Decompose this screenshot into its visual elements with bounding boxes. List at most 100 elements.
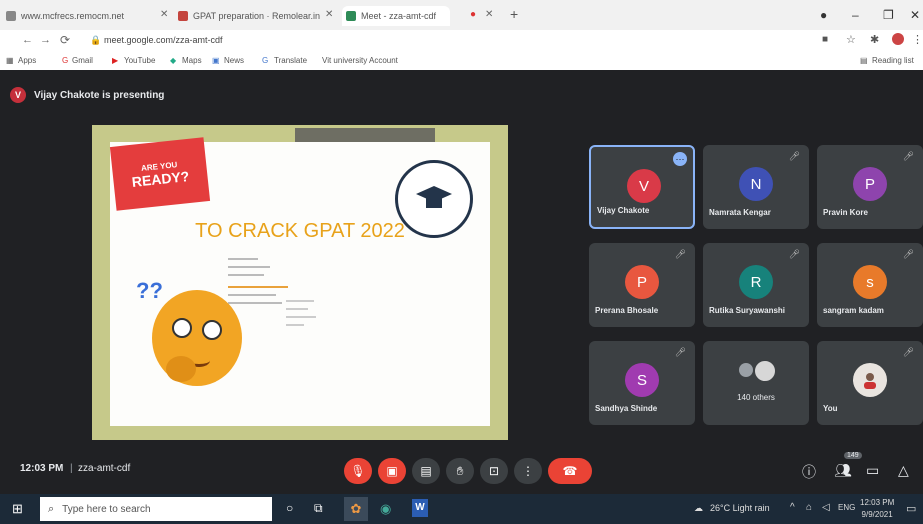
- leave-call-button[interactable]: ☎︎: [548, 458, 592, 484]
- word-icon[interactable]: W: [412, 499, 428, 517]
- url-field[interactable]: meet.google.com/zza-amt-cdf: [104, 35, 223, 45]
- minimize-icon[interactable]: –: [852, 8, 859, 22]
- people-icon[interactable]: 👥︎: [834, 462, 852, 479]
- close-tab-icon[interactable]: ✕: [160, 9, 168, 20]
- bookmark-vit[interactable]: Vit university Account: [322, 56, 398, 65]
- divider: |: [70, 463, 73, 474]
- self-avatar-photo: [853, 363, 887, 397]
- more-options-button[interactable]: ⋮: [514, 458, 542, 484]
- hang-up-icon: ☎︎: [562, 464, 578, 478]
- youtube-icon: ▶: [112, 56, 119, 65]
- gmail-icon: G: [62, 56, 69, 65]
- participant-tile-vijay[interactable]: ⋯ V Vijay Chakote: [589, 145, 695, 229]
- participant-tile-you[interactable]: 🎤︎ You: [817, 341, 923, 425]
- close-tab-icon[interactable]: ✕: [325, 9, 333, 20]
- camera-icon[interactable]: ■: [822, 34, 828, 45]
- bookmark-translate[interactable]: Translate: [274, 56, 307, 65]
- network-icon[interactable]: ⌂: [806, 502, 812, 513]
- tray-chevron-icon[interactable]: ^: [790, 502, 795, 513]
- weather-icon: ☁: [694, 503, 703, 513]
- bookmark-youtube[interactable]: YouTube: [124, 56, 155, 65]
- bookmark-apps[interactable]: Apps: [18, 56, 36, 65]
- mic-off-icon: 🎤︎: [674, 347, 686, 357]
- browser-tab-1[interactable]: www.mcfrecs.remocm.net: [6, 6, 156, 26]
- browser-tab-active[interactable]: Meet - zza-amt-cdf: [342, 6, 450, 26]
- hand-icon: ✋︎: [456, 463, 464, 478]
- activities-icon[interactable]: △: [898, 462, 909, 479]
- mic-toggle-button[interactable]: 🎙︎: [344, 458, 372, 484]
- windows-taskbar: ⊞ ⌕ Type here to search ○ ⧉ ✿ ◉ W ☁ 26°C…: [0, 494, 923, 524]
- more-options-icon[interactable]: ⋯: [673, 152, 687, 166]
- taskbar-search[interactable]: ⌕ Type here to search: [40, 497, 272, 521]
- captions-button[interactable]: ▤: [412, 458, 440, 484]
- participant-name: Vijay Chakote: [597, 206, 650, 215]
- menu-icon[interactable]: ⋮: [912, 33, 923, 46]
- participant-name: Namrata Kengar: [709, 208, 771, 217]
- close-window-icon[interactable]: ✕: [910, 8, 920, 22]
- info-icon[interactable]: ⓘ: [802, 462, 816, 482]
- presentation-slide: ARE YOU READY? TO CRACK GPAT 2022 ??: [109, 137, 490, 426]
- close-tab-icon[interactable]: ✕: [485, 9, 493, 20]
- participant-name: Sandhya Shinde: [595, 404, 658, 413]
- cortana-icon[interactable]: ○: [286, 501, 293, 515]
- address-bar-row: ← → ⟳ 🔒 meet.google.com/zza-amt-cdf ■ ☆ …: [0, 30, 923, 52]
- lock-icon: 🔒: [90, 35, 102, 45]
- profile-avatar[interactable]: [892, 33, 904, 45]
- bookmark-maps[interactable]: Maps: [182, 56, 202, 65]
- present-button[interactable]: ⊡: [480, 458, 508, 484]
- chrome-icon[interactable]: ◉: [380, 501, 391, 517]
- participant-avatar: s: [853, 265, 887, 299]
- profile-circle-icon[interactable]: ●: [820, 8, 827, 22]
- mic-off-icon: 🎤︎: [902, 151, 914, 161]
- reload-icon[interactable]: ⟳: [60, 33, 70, 47]
- chat-icon[interactable]: ▭: [866, 462, 879, 479]
- participant-tile-sangram[interactable]: 🎤︎ s sangram kadam: [817, 243, 923, 327]
- star-icon[interactable]: ☆: [846, 33, 856, 46]
- presenting-text: Vijay Chakote is presenting: [34, 89, 165, 101]
- new-tab-icon[interactable]: +: [510, 6, 518, 22]
- participant-tile-pravin[interactable]: 🎤︎ P Pravin Kore: [817, 145, 923, 229]
- raise-hand-button[interactable]: ✋︎: [446, 458, 474, 484]
- forward-icon[interactable]: →: [40, 34, 51, 46]
- slide-menu-popup: [286, 294, 326, 358]
- participant-tile-rutika[interactable]: 🎤︎ R Rutika Suryawanshi: [703, 243, 809, 327]
- reading-list[interactable]: Reading list: [872, 56, 914, 65]
- participant-tile-prerana[interactable]: 🎤︎ P Prerana Bhosale: [589, 243, 695, 327]
- clock-date: 9/9/2021: [861, 510, 893, 519]
- browser-tab-2[interactable]: GPAT preparation · Remolear.in: [178, 6, 328, 26]
- participant-avatar: R: [739, 265, 773, 299]
- tab-title: Meet - zza-amt-cdf: [361, 11, 437, 21]
- captions-icon: ▤: [420, 464, 432, 478]
- camera-toggle-button[interactable]: ▣: [378, 458, 406, 484]
- volume-icon[interactable]: ◁: [822, 502, 830, 513]
- participant-name: Rutika Suryawanshi: [709, 306, 786, 315]
- extension-icon[interactable]: ✱: [870, 33, 879, 46]
- taskbar-app-icon[interactable]: ✿: [344, 497, 368, 521]
- bookmark-gmail[interactable]: Gmail: [72, 56, 93, 65]
- participant-tile-namrata[interactable]: 🎤︎ N Namrata Kengar: [703, 145, 809, 229]
- reading-list-icon: ▤: [860, 56, 868, 65]
- bookmark-news[interactable]: News: [224, 56, 244, 65]
- notifications-icon[interactable]: ▭: [906, 502, 916, 515]
- slide-title: TO CRACK GPAT 2022: [195, 220, 405, 242]
- participant-tile-others[interactable]: 140 others: [703, 341, 809, 425]
- present-screen-icon: ⊡: [488, 464, 500, 478]
- windows-start-icon[interactable]: ⊞: [12, 501, 23, 517]
- mic-off-icon: 🎤︎: [788, 151, 800, 161]
- maps-icon: ◆: [170, 56, 177, 65]
- maximize-icon[interactable]: ❐: [883, 8, 894, 22]
- browser-tab-bar: www.mcfrecs.remocm.net ✕ GPAT preparatio…: [0, 0, 923, 30]
- back-icon[interactable]: ←: [22, 34, 33, 46]
- news-icon: ▣: [212, 56, 220, 65]
- tab-title: GPAT preparation · Remolear.in: [193, 11, 321, 21]
- task-view-icon[interactable]: ⧉: [314, 501, 323, 516]
- mic-off-icon: 🎤︎: [902, 347, 914, 357]
- tab-title: www.mcfrecs.remocm.net: [21, 11, 125, 21]
- participant-tile-sandhya[interactable]: 🎤︎ S Sandhya Shinde: [589, 341, 695, 425]
- weather-text[interactable]: 26°C Light rain: [710, 503, 770, 513]
- apps-icon[interactable]: ▦: [6, 56, 14, 65]
- mic-off-icon: 🎤︎: [902, 249, 914, 259]
- others-avatar-icon: [739, 363, 753, 377]
- taskbar-clock[interactable]: 12:03 PM 9/9/2021: [860, 497, 894, 521]
- language-indicator[interactable]: ENG: [838, 503, 855, 512]
